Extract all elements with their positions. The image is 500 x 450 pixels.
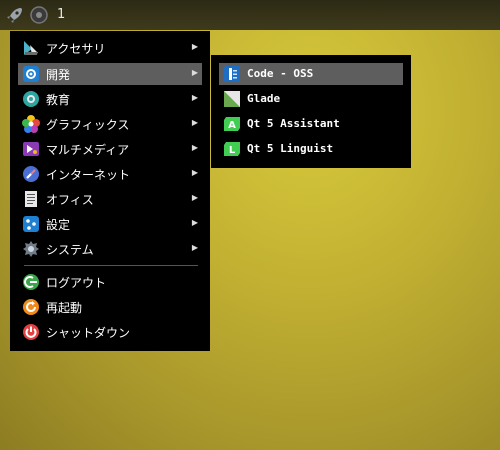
system-gear-icon	[23, 241, 39, 257]
accessories-icon	[24, 41, 38, 55]
menu-item-shutdown[interactable]: シャットダウン	[18, 321, 202, 343]
menu-item-accessories[interactable]: アクセサリ ▶	[18, 37, 202, 59]
submenu-item-code-oss[interactable]: Code - OSS	[219, 63, 403, 85]
workspace-indicator[interactable]: 1	[57, 7, 65, 22]
submenu-arrow-icon: ▶	[191, 168, 198, 177]
qt-assistant-badge: A	[228, 120, 236, 131]
submenu-arrow-icon: ▶	[191, 42, 198, 51]
submenu-arrow-icon: ▶	[191, 218, 198, 227]
qt-linguist-badge: L	[229, 145, 236, 156]
application-menu: アクセサリ ▶ 開発 ▶ 教育 ▶ グラフィックス ▶ マルチメディア ▶ イン…	[10, 31, 210, 351]
qt-linguist-icon: L	[224, 142, 240, 156]
top-panel: 1	[0, 0, 500, 30]
submenu-arrow-icon: ▶	[191, 118, 198, 127]
rocket-launcher-icon[interactable]	[5, 5, 25, 25]
submenu-item-glade[interactable]: Glade	[219, 88, 403, 110]
submenu-arrow-icon: ▶	[191, 68, 198, 77]
menu-item-logout[interactable]: ログアウト	[18, 271, 202, 293]
development-submenu: Code - OSS Glade A Qt 5 Assistant L Qt 5…	[211, 55, 411, 168]
menu-item-education[interactable]: 教育 ▶	[18, 88, 202, 110]
code-oss-icon	[224, 66, 240, 82]
menu-item-multimedia[interactable]: マルチメディア ▶	[18, 138, 202, 160]
menu-item-settings[interactable]: 設定 ▶	[18, 213, 202, 235]
education-icon	[23, 91, 39, 107]
menu-item-graphics[interactable]: グラフィックス ▶	[18, 113, 202, 135]
menu-item-office[interactable]: オフィス ▶	[18, 188, 202, 210]
menu-item-restart[interactable]: 再起動	[18, 296, 202, 318]
submenu-arrow-icon: ▶	[191, 143, 198, 152]
restart-icon	[23, 299, 39, 315]
submenu-arrow-icon: ▶	[191, 193, 198, 202]
settings-icon	[23, 216, 39, 232]
submenu-arrow-icon: ▶	[191, 93, 198, 102]
shutdown-icon	[23, 324, 39, 340]
glade-icon	[224, 91, 240, 107]
graphics-flower-icon	[22, 115, 40, 133]
development-gear-icon	[23, 66, 39, 82]
logout-icon	[23, 274, 39, 290]
submenu-arrow-icon: ▶	[191, 243, 198, 252]
submenu-item-qt-linguist[interactable]: L Qt 5 Linguist	[219, 138, 403, 160]
internet-icon	[23, 166, 39, 182]
menu-item-internet[interactable]: インターネット ▶	[18, 163, 202, 185]
menu-item-development[interactable]: 開発 ▶	[18, 63, 202, 85]
multimedia-icon	[23, 142, 39, 156]
menu-separator	[24, 265, 198, 266]
menu-item-system[interactable]: システム ▶	[18, 238, 202, 260]
submenu-item-qt-assistant[interactable]: A Qt 5 Assistant	[219, 113, 403, 135]
qt-assistant-icon: A	[224, 117, 240, 131]
office-document-icon	[25, 191, 37, 207]
browser-icon[interactable]	[29, 5, 49, 25]
